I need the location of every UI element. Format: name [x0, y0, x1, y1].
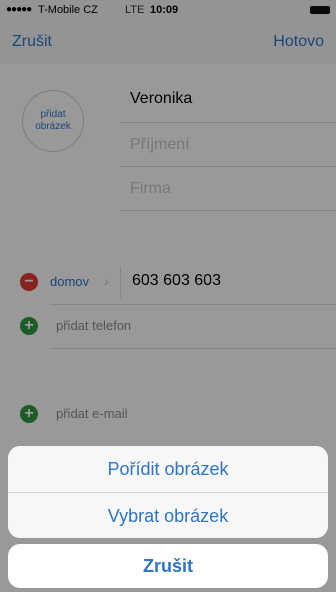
take-photo-button[interactable]: Pořídit obrázek: [8, 446, 328, 492]
screen: ●●●●● T-Mobile CZ LTE 10:09 Zrušit Hotov…: [0, 0, 336, 592]
action-sheet-cancel-button[interactable]: Zrušit: [8, 544, 328, 588]
choose-photo-button[interactable]: Vybrat obrázek: [8, 492, 328, 538]
action-sheet: Pořídit obrázek Vybrat obrázek: [8, 446, 328, 538]
